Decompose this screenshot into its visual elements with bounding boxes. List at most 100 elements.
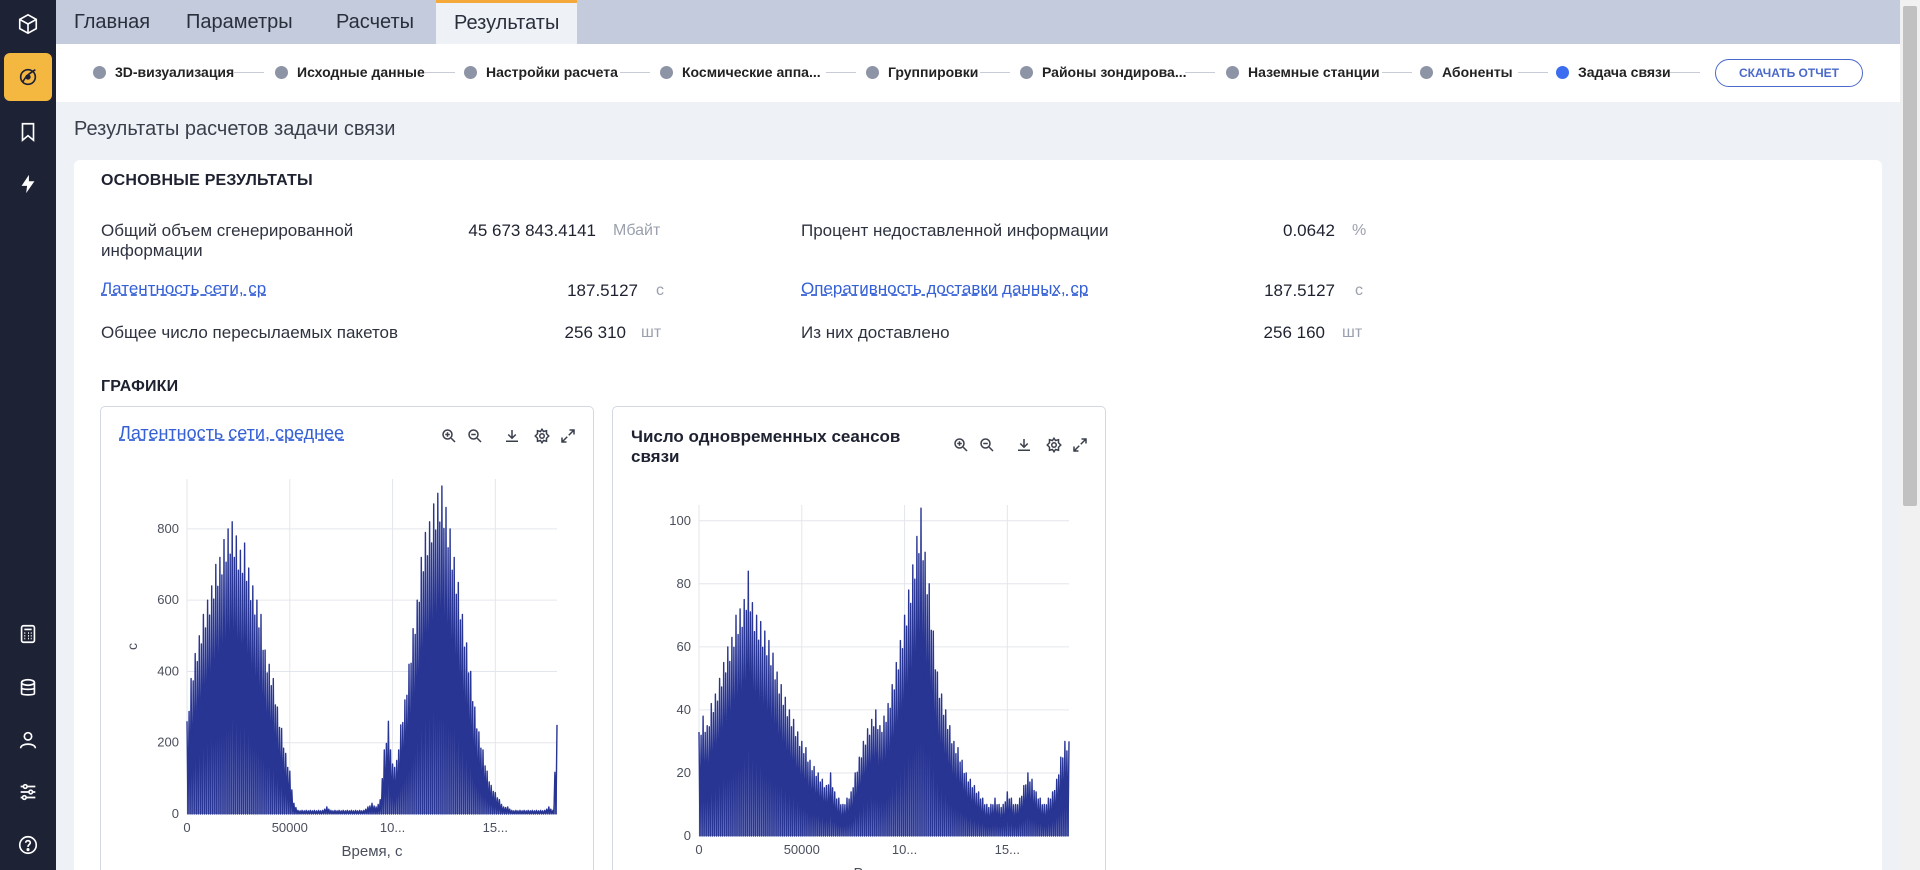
lightning-icon[interactable]: [4, 160, 52, 208]
undelivered-percent-label: Процент недоставленной информации: [801, 221, 1109, 240]
calculator-icon[interactable]: [4, 610, 52, 658]
x-axis-label: Время, с: [342, 843, 403, 860]
charts-section-title: ГРАФИКИ: [101, 378, 179, 395]
sessions-chart-plot: 0 20 40 60 80 100 0 50000 10... 15... Время, с: [669, 505, 1070, 870]
tab-results[interactable]: Результаты: [436, 0, 578, 44]
delivery-speed-link[interactable]: Оперативность доставки данных, ср: [801, 279, 1088, 299]
latency-avg-link[interactable]: Латентность сети, ср: [101, 279, 266, 299]
step-spacecraft[interactable]: Космические аппа...: [660, 64, 821, 80]
y-tick-label: 60: [677, 639, 691, 654]
delivered-packets-value: 256 160: [1263, 323, 1325, 342]
step-dot: [1226, 65, 1239, 79]
x-tick-label: 0: [695, 842, 702, 857]
step-label: Настройки расчета: [486, 64, 618, 80]
delivered-packets-unit: шт: [1342, 324, 1363, 341]
step-connector: [620, 72, 650, 73]
step-ground-stations[interactable]: Наземные станции: [1226, 64, 1380, 80]
x-tick-label: 10...: [380, 820, 405, 835]
y-tick-label: 20: [677, 765, 691, 780]
tab-main[interactable]: Главная: [56, 0, 168, 44]
generated-volume-label-line2: информации: [101, 241, 203, 260]
step-calc-settings[interactable]: Настройки расчета: [464, 64, 618, 80]
y-tick-label: 100: [669, 513, 691, 528]
x-tick-label: 50000: [272, 820, 308, 835]
x-axis-label: Время, с: [854, 865, 915, 870]
y-axis-label: с: [124, 643, 140, 650]
sliders-icon[interactable]: [4, 768, 52, 816]
step-connector: [1382, 72, 1412, 73]
x-tick-label: 15...: [995, 842, 1020, 857]
step-connector: [1185, 72, 1215, 73]
database-icon[interactable]: [4, 664, 52, 712]
step-label: 3D-визуализация: [115, 64, 235, 80]
total-packets-value: 256 310: [564, 323, 626, 342]
step-label: Абоненты: [1442, 64, 1513, 80]
step-label: Исходные данные: [297, 64, 425, 80]
latency-avg-value: 187.5127: [567, 281, 638, 300]
step-dot: [866, 65, 879, 79]
step-subscribers[interactable]: Абоненты: [1420, 64, 1513, 80]
step-3d-visualization[interactable]: 3D-визуализация: [93, 64, 234, 80]
tab-parameters[interactable]: Параметры: [168, 0, 311, 44]
help-icon[interactable]: [4, 821, 52, 869]
step-label: Космические аппа...: [682, 64, 821, 80]
y-tick-label: 800: [157, 521, 179, 536]
step-sensing-areas[interactable]: Районы зондирова...: [1020, 64, 1187, 80]
cube-icon[interactable]: [4, 0, 52, 48]
y-tick-label: 80: [677, 576, 691, 591]
step-source-data[interactable]: Исходные данные: [275, 64, 425, 80]
bookmark-icon[interactable]: [4, 108, 52, 156]
generated-volume-unit: Мбайт: [613, 222, 661, 239]
step-dot: [660, 65, 673, 79]
step-dot-active: [1556, 65, 1569, 79]
delivery-speed-unit: с: [1355, 282, 1363, 299]
x-tick-label: 10...: [892, 842, 917, 857]
y-tick-label: 0: [684, 828, 691, 843]
step-label: Группировки: [888, 64, 979, 80]
delivery-speed-value: 187.5127: [1264, 281, 1335, 300]
step-connector: [425, 72, 455, 73]
download-report-button[interactable]: СКАЧАТЬ ОТЧЕТ: [1715, 59, 1863, 87]
y-tick-label: 40: [677, 702, 691, 717]
undelivered-percent-unit: %: [1352, 222, 1367, 239]
generated-volume-label: Общий объем сгенерированной информации: [101, 221, 353, 261]
y-tick-label: 400: [157, 663, 179, 678]
user-icon[interactable]: [4, 716, 52, 764]
x-tick-label: 50000: [784, 842, 820, 857]
step-comm-task[interactable]: Задача связи: [1556, 64, 1671, 80]
main-results-title: ОСНОВНЫЕ РЕЗУЛЬТАТЫ: [101, 172, 313, 189]
step-connector: [234, 72, 264, 73]
latency-chart-card: Латентность сети, среднее 0 200 400 600 800 0…: [100, 406, 594, 870]
sidebar: [0, 0, 56, 870]
x-tick-label: 15...: [483, 820, 508, 835]
orbit-icon[interactable]: [4, 53, 52, 101]
step-dot: [464, 65, 477, 79]
latency-chart-plot: 0 200 400 600 800 0 50000 10... 15... Время, с с: [124, 479, 558, 860]
step-dot: [1020, 65, 1033, 79]
step-connector: [1518, 72, 1548, 73]
step-connector: [826, 72, 856, 73]
step-connector: [980, 72, 1010, 73]
total-packets-label: Общее число пересылаемых пакетов: [101, 323, 399, 342]
step-groups[interactable]: Группировки: [866, 64, 978, 80]
step-dot: [275, 65, 288, 79]
y-tick-label: 600: [157, 592, 179, 607]
undelivered-percent-value: 0.0642: [1283, 221, 1335, 240]
top-tabs: Главная Параметры Расчеты Результаты: [56, 0, 1900, 44]
generated-volume-value: 45 673 843.4141: [468, 221, 596, 240]
step-label: Задача связи: [1578, 64, 1671, 80]
step-connector: [1670, 72, 1700, 73]
step-label: Районы зондирова...: [1042, 64, 1187, 80]
step-label: Наземные станции: [1248, 64, 1380, 80]
tab-calculations[interactable]: Расчеты: [318, 0, 432, 44]
scrollbar-thumb[interactable]: [1903, 6, 1917, 506]
generated-volume-label-line1: Общий объем сгенерированной: [101, 221, 354, 240]
x-tick-label: 0: [183, 820, 190, 835]
latency-avg-unit: с: [656, 282, 664, 299]
y-tick-label: 200: [157, 735, 179, 750]
delivered-packets-label: Из них доставлено: [801, 323, 950, 342]
sessions-chart-card: Число одновременных сеансов связи 0 20 40 6…: [612, 406, 1106, 870]
total-packets-unit: шт: [641, 324, 662, 341]
step-dot: [1420, 65, 1433, 79]
step-dot: [93, 65, 106, 79]
